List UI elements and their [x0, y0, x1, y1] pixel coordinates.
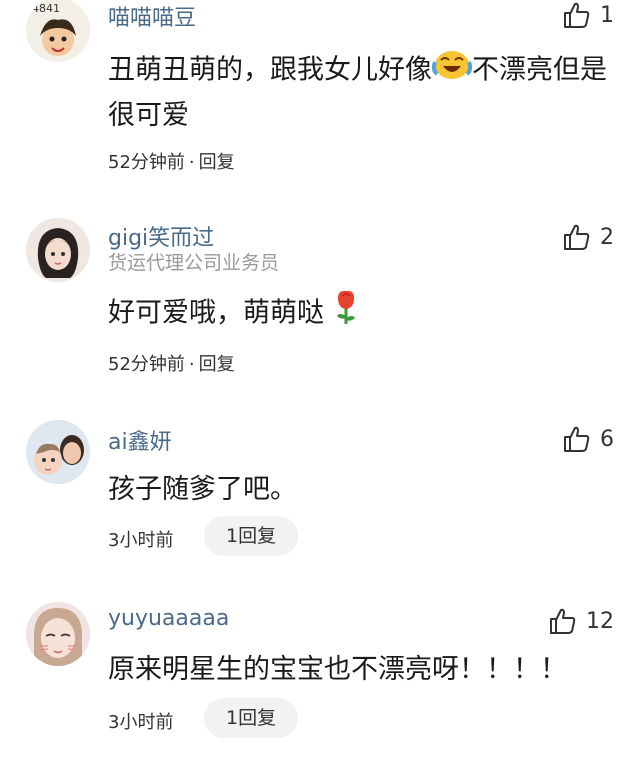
username[interactable]: ai鑫妍: [108, 424, 172, 456]
comment-meta: 52分钟前 · 回复: [108, 148, 235, 174]
meta-separator: ·: [188, 152, 195, 173]
avatar-cartoon-icon: 4841: [26, 0, 90, 62]
comment-text: 原来明星生的宝宝也不漂亮呀！！！！: [108, 654, 567, 685]
meta-separator: ·: [188, 354, 195, 375]
comment-item: 4841 喵喵喵豆 1 丑萌丑萌的，跟我女儿好像 不漂亮但是很可爱 52分钟前 · 回…: [0, 0, 640, 190]
comment-item: yuyuaaaaa 12 原来明星生的宝宝也不漂亮呀！！！！ 3小时前 1回复: [0, 600, 640, 750]
avatar-text: 4841: [32, 2, 60, 15]
comment-time: 3小时前: [108, 712, 174, 733]
user-subtitle: 货运代理公司业务员: [108, 252, 280, 274]
avatar-photo-icon: [26, 602, 90, 666]
replies-button[interactable]: 1回复: [204, 698, 299, 738]
thumbs-up-icon: [564, 426, 590, 452]
thumbs-up-icon: [564, 2, 590, 28]
like-count: 1: [600, 2, 614, 28]
replies-button[interactable]: 1回复: [204, 516, 299, 556]
like-count: 2: [600, 224, 614, 250]
avatar[interactable]: [26, 218, 90, 282]
comment-text: 孩子随爹了吧。: [108, 474, 297, 505]
avatar[interactable]: [26, 420, 90, 484]
thumbs-up-icon: [564, 224, 590, 250]
like-button[interactable]: 12: [548, 606, 614, 636]
comment-time: 52分钟前: [108, 152, 185, 173]
comment-text: 好可爱哦，萌萌哒: [108, 288, 618, 340]
like-button[interactable]: 1: [562, 0, 614, 30]
reply-link[interactable]: 回复: [199, 354, 235, 375]
comment-time: 3小时前: [108, 530, 174, 551]
thumbs-up-icon: [550, 608, 576, 634]
avatar-portrait-icon: [26, 218, 90, 282]
username[interactable]: 喵喵喵豆: [108, 0, 196, 32]
like-button[interactable]: 2: [562, 222, 614, 252]
like-count: 12: [586, 608, 614, 634]
reply-link[interactable]: 回复: [199, 152, 235, 173]
comment-text: 丑萌丑萌的，跟我女儿好像 不漂亮但是很可爱: [108, 48, 618, 138]
crying-laughing-emoji-icon: [431, 48, 473, 94]
like-count: 6: [600, 426, 614, 452]
rose-emoji-icon: [333, 288, 359, 340]
avatar[interactable]: 4841: [26, 0, 90, 62]
like-button[interactable]: 6: [562, 424, 614, 454]
comment-meta: 52分钟前 · 回复: [108, 350, 235, 376]
avatar[interactable]: [26, 602, 90, 666]
comment-item: gigi笑而过 货运代理公司业务员 2 好可爱哦，萌萌哒 52分钟前 · 回复: [0, 216, 640, 386]
username[interactable]: yuyuaaaaa: [108, 606, 229, 631]
comment-time: 52分钟前: [108, 354, 185, 375]
comment-item: ai鑫妍 6 孩子随爹了吧。 3小时前 1回复: [0, 418, 640, 568]
avatar-photo-icon: [26, 420, 90, 484]
